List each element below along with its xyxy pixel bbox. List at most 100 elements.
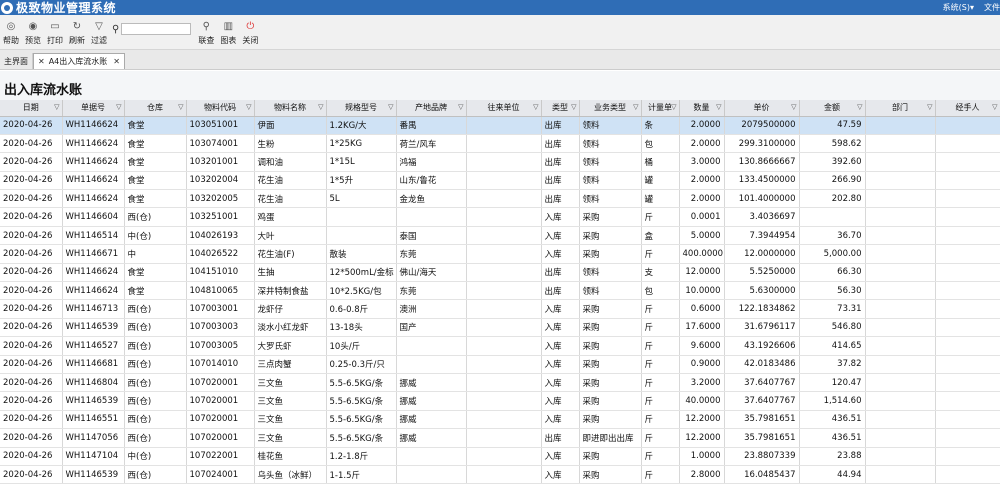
table-row[interactable]: 2020-04-26 WH1146671 中 104026522 花生油(F) 散装 东莞 入…	[0, 244, 1000, 264]
table-cell: 西(仓)	[124, 299, 187, 319]
table-cell: 299.3100000	[724, 134, 800, 154]
table-cell: 西(仓)	[124, 391, 187, 411]
filter-icon[interactable]: ▽	[992, 103, 997, 111]
close-button[interactable]: ⏻ 关闭	[239, 21, 261, 46]
app-title: 极致物业管理系统	[16, 1, 117, 15]
table-cell: 598.62	[799, 134, 866, 154]
table-cell: 领料	[579, 171, 642, 191]
filter-icon[interactable]: ▽	[178, 103, 183, 111]
preview-button[interactable]: ◉ 预览	[22, 21, 44, 46]
table-cell: 2020-04-26	[0, 134, 63, 154]
table-cell: WH1146527	[62, 336, 125, 356]
table-cell: 0.6000	[679, 299, 725, 319]
table-row[interactable]: 2020-04-26 WH1146624 食堂 103051001 伊面 1.2KG/大番…	[0, 116, 1000, 135]
filter-icon[interactable]: ▽	[388, 103, 393, 111]
close-icon[interactable]: ✕	[38, 57, 45, 66]
filter-icon[interactable]: ▽	[791, 103, 796, 111]
table-row[interactable]: 2020-04-26 WH1146713 西(仓) 107003001 龙虾仔 0.6-0…	[0, 299, 1000, 319]
filter-icon[interactable]: ▽	[671, 103, 676, 111]
column-header[interactable]: 仓库 ▽	[124, 100, 187, 117]
table-cell	[935, 152, 1000, 172]
table-row[interactable]: 2020-04-26 WH1146514 中(仓) 104026193 大叶 泰国 入库 采购…	[0, 226, 1000, 246]
filter-icon[interactable]: ▽	[458, 103, 463, 111]
column-header[interactable]: 物料名称 ▽	[254, 100, 327, 117]
help-button[interactable]: ◎ 帮助	[0, 21, 22, 46]
table-row[interactable]: 2020-04-26 WH1146539 西(仓) 107003003 淡水小红龙虾 13…	[0, 318, 1000, 338]
table-cell: 37.82	[799, 355, 866, 374]
table-cell: 5L	[326, 189, 397, 209]
table-row[interactable]: 2020-04-26 WH1146527 西(仓) 107003005 大罗氏虾 10头/…	[0, 336, 1000, 356]
table-row[interactable]: 2020-04-26 WH1146604 西(仓) 103251001 鸡蛋 入库 采购斤 0…	[0, 207, 1000, 227]
filter-icon[interactable]: ▽	[857, 103, 862, 111]
table-cell: 107003005	[186, 336, 255, 356]
filter-icon[interactable]: ▽	[54, 103, 59, 111]
column-header[interactable]: 产地品牌 ▽	[396, 100, 467, 117]
table-row[interactable]: 2020-04-26 WH1147056 西(仓) 107020001 三文鱼 5.5-6…	[0, 428, 1000, 448]
print-button[interactable]: ▭ 打印	[44, 21, 66, 46]
table-row[interactable]: 2020-04-26 WH1146551 西(仓) 107020001 三文鱼 5.5-6…	[0, 410, 1000, 430]
table-row[interactable]: 2020-04-26 WH1146624 食堂 103074001 生粉 1*25KG 荷兰…	[0, 134, 1000, 154]
table-row[interactable]: 2020-04-26 WH1146624 食堂 103201001 调和油 1*15L 鸿福…	[0, 152, 1000, 172]
column-header[interactable]: 类型 ▽	[541, 100, 580, 117]
table-cell: WH1146624	[62, 134, 125, 154]
menu-file[interactable]: 文件	[984, 2, 1000, 13]
table-cell: 入库	[541, 244, 580, 264]
table-cell: 2020-04-26	[0, 207, 63, 227]
table-row[interactable]: 2020-04-26 WH1146681 西(仓) 107014010 三点肉蟹 0.25…	[0, 355, 1000, 374]
column-header[interactable]: 日期 ▽	[0, 100, 63, 117]
table-cell: 生抽	[254, 263, 327, 283]
column-header[interactable]: 金额 ▽	[799, 100, 866, 117]
filter-icon[interactable]: ▽	[571, 103, 576, 111]
table-cell: 斤	[641, 428, 680, 448]
table-cell: WH1146539	[62, 318, 125, 338]
table-cell	[396, 207, 467, 227]
column-header[interactable]: 单价 ▽	[724, 100, 800, 117]
column-header[interactable]: 物料代码 ▽	[186, 100, 255, 117]
table-cell: 2079500000	[724, 116, 800, 135]
chart-icon: ▥	[223, 21, 234, 32]
table-cell: 散装	[326, 244, 397, 264]
table-cell: 104026522	[186, 244, 255, 264]
table-cell: 103201001	[186, 152, 255, 172]
filter-icon[interactable]: ▽	[116, 103, 121, 111]
filter-icon[interactable]: ▽	[318, 103, 323, 111]
column-header[interactable]: 部门 ▽	[865, 100, 936, 117]
column-header[interactable]: 业务类型 ▽	[579, 100, 642, 117]
column-header[interactable]: 往来单位 ▽	[466, 100, 542, 117]
column-header[interactable]: 计量单 ▽	[641, 100, 680, 117]
filter-icon[interactable]: ▽	[716, 103, 721, 111]
table-cell: 37.6407767	[724, 391, 800, 411]
table-cell: 出库	[541, 281, 580, 301]
table-cell	[466, 299, 542, 319]
table-row[interactable]: 2020-04-26 WH1147104 中(仓) 107022001 桂花鱼 1.2-1…	[0, 447, 1000, 466]
filter-icon[interactable]: ▽	[246, 103, 251, 111]
menu-system[interactable]: 系统(S)▾	[943, 2, 974, 13]
table-row[interactable]: 2020-04-26 WH1146804 西(仓) 107020001 三文鱼 5.5-6…	[0, 373, 1000, 393]
table-cell	[466, 116, 542, 135]
table-row[interactable]: 2020-04-26 WH1146539 西(仓) 107020001 三文鱼 5.5-6…	[0, 391, 1000, 411]
column-header[interactable]: 单据号 ▽	[62, 100, 125, 117]
refresh-button[interactable]: ↻ 刷新	[66, 21, 88, 46]
table-row[interactable]: 2020-04-26 WH1146624 食堂 103202005 花生油 5L 金龙鱼 出库…	[0, 189, 1000, 209]
chart-button[interactable]: ▥ 图表	[217, 21, 239, 46]
filter-button[interactable]: ▽ 过滤	[88, 21, 110, 46]
table-cell: 12.2000	[679, 410, 725, 430]
table-cell: 淡水小红龙虾	[254, 318, 327, 338]
table-cell: 采购	[579, 355, 642, 374]
search-input[interactable]	[121, 23, 192, 35]
table-cell	[799, 207, 866, 227]
filter-icon[interactable]: ▽	[533, 103, 538, 111]
table-row[interactable]: 2020-04-26 WH1146624 食堂 103202004 花生油 1*5升 山东/…	[0, 171, 1000, 191]
filter-icon[interactable]: ▽	[633, 103, 638, 111]
table-row[interactable]: 2020-04-26 WH1146624 食堂 104151010 生抽 12*500mL…	[0, 263, 1000, 283]
table-cell: 出库	[541, 171, 580, 191]
link-query-button[interactable]: ⚲ 联查	[195, 21, 217, 46]
table-row[interactable]: 2020-04-26 WH1146624 食堂 104810065 深井特制食盐 10*2…	[0, 281, 1000, 301]
column-header[interactable]: 经手人 ▽	[935, 100, 1000, 117]
column-header[interactable]: 规格型号 ▽	[326, 100, 397, 117]
tab-main[interactable]: 主界面	[0, 53, 33, 69]
tab-ledger[interactable]: ✕ A4出入库流水账 ✕	[33, 53, 125, 69]
column-header[interactable]: 数量 ▽	[679, 100, 725, 117]
close-icon[interactable]: ✕	[113, 57, 120, 66]
filter-icon[interactable]: ▽	[927, 103, 932, 111]
